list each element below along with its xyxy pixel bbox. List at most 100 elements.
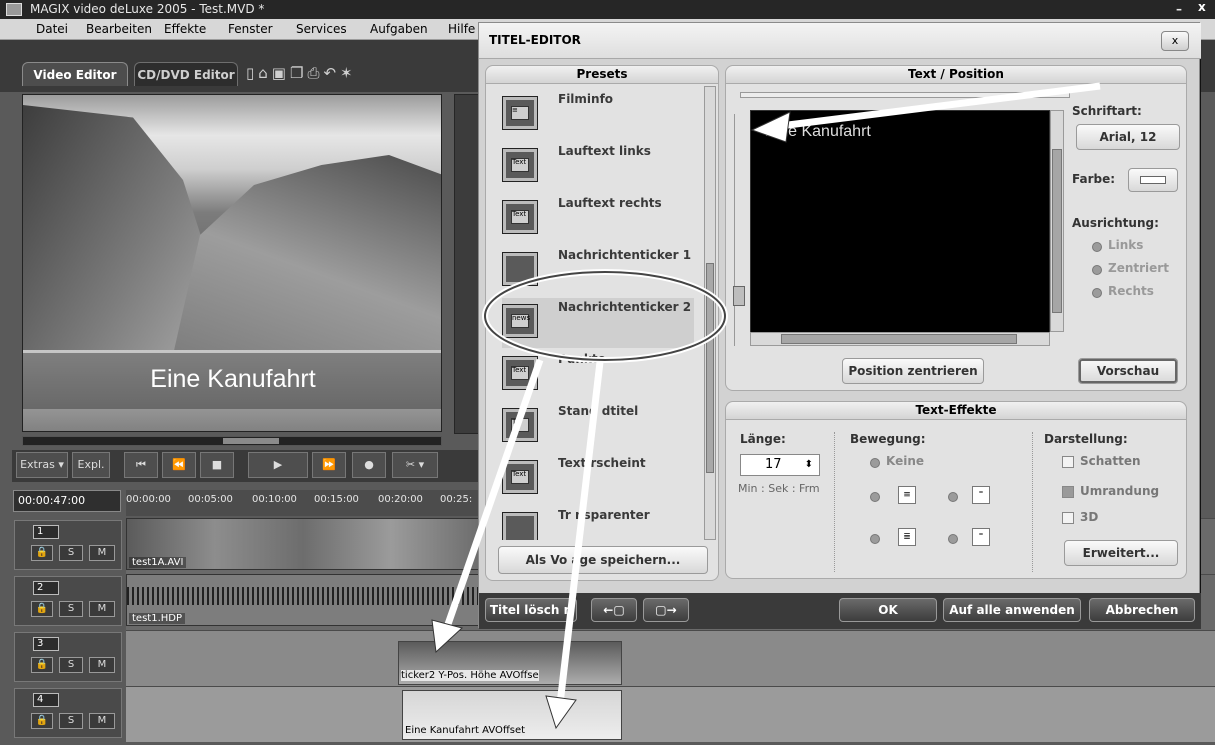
tab-video-editor[interactable]: Video Editor [22,62,128,86]
presets-scrollbar[interactable] [704,86,716,540]
radio-zentriert[interactable] [1092,265,1102,275]
preset-nachrichtenticker-2[interactable]: news Nachrichtenticker 2 [502,298,694,348]
rewind-icon[interactable]: ⏪ [162,452,196,478]
radio-links[interactable] [1092,242,1102,252]
menu-effekte[interactable]: Effekte [164,22,206,36]
video-clip[interactable]: test1A.AVI [126,518,480,570]
menu-aufgaben[interactable]: Aufgaben [370,22,428,36]
play-icon[interactable]: ▶ [248,452,308,478]
edit-vscroll[interactable] [1050,110,1064,332]
lock-icon[interactable]: 🔒 [31,713,53,729]
print-icon[interactable]: ⎙ [307,64,323,82]
edit-text[interactable]: Eine Kanufahrt [765,123,871,141]
preset-standtitel[interactable]: Te Stand dtitel [502,402,694,452]
close-window-button[interactable]: x [1198,0,1206,17]
skip-start-icon[interactable]: ⏮ [124,452,158,478]
save-icon[interactable]: ▣ [272,64,290,82]
menu-hilfe[interactable]: Hilfe [448,22,475,36]
mute-button[interactable]: M [89,545,115,561]
shadow-checkbox[interactable] [1062,456,1074,468]
mute-button[interactable]: M [89,657,115,673]
record-icon[interactable]: ● [352,452,386,478]
radio-move-3[interactable] [870,534,880,544]
solo-button[interactable]: S [59,601,83,617]
advanced-button[interactable]: Erweitert... [1064,540,1178,566]
preset-text-erscheint[interactable]: Text Text rscheint [502,454,694,504]
preset-label: Nachrichtenticker 2 [558,300,692,314]
align-center-icon[interactable]: ≡ [898,486,916,504]
lock-icon[interactable]: 🔒 [31,545,53,561]
align-bottom-right-icon[interactable]: ⁼ [972,528,990,546]
dialog-close-button[interactable]: x [1161,31,1189,51]
solo-button[interactable]: S [59,713,83,729]
ok-button[interactable]: OK [839,598,937,622]
preset-lauftext-links[interactable]: Text Lauftext links [502,142,694,192]
align-top-right-icon[interactable]: ⁼ [972,486,990,504]
track-lane-3[interactable] [126,630,1215,686]
time-ruler[interactable]: 00:00:00 00:05:00 00:10:00 00:15:00 00:2… [126,490,482,516]
font-button[interactable]: Arial, 12 [1076,124,1180,150]
undo-icon[interactable]: ↶ [323,64,340,82]
preview-scrollbar[interactable] [22,436,442,446]
expl-button[interactable]: Expl. [72,452,110,478]
radio-keine[interactable] [870,458,880,468]
new-icon[interactable]: ▯ [246,64,258,82]
tab-cd-dvd-editor[interactable]: CD/DVD Editor [134,62,238,86]
align-top-icon[interactable]: ≣ [898,528,916,546]
move-right-button[interactable]: ▢→ [643,598,689,622]
text-edit-area[interactable]: Eine Kanufahrt [750,110,1050,346]
edit-hscroll[interactable] [750,332,1050,346]
scroll-thumb[interactable] [223,438,279,444]
menu-fenster[interactable]: Fenster [228,22,273,36]
cut-icon[interactable]: ✂ ▾ [392,452,438,478]
copy-icon[interactable]: ❐ [290,64,307,82]
outline-checkbox[interactable] [1062,486,1074,498]
spinner-arrows-icon[interactable]: ⬍ [805,455,813,475]
cancel-button[interactable]: Abbrechen [1089,598,1195,622]
lock-icon[interactable]: 🔒 [31,601,53,617]
vertical-position-slider[interactable] [733,114,745,346]
delete-title-button[interactable]: Titel lösch n [485,598,577,622]
mute-button[interactable]: M [89,601,115,617]
fast-forward-icon[interactable]: ⏩ [312,452,346,478]
save-as-template-button[interactable]: Als Vo age speichern... [498,546,708,574]
radio-move-2[interactable] [948,492,958,502]
presets-scroll-thumb[interactable] [706,263,714,473]
solo-button[interactable]: S [59,545,83,561]
mute-button[interactable]: M [89,713,115,729]
timecode-display: 00:00:47:00 [13,490,121,512]
edit-vscroll-thumb[interactable] [1052,149,1062,313]
stop-icon[interactable]: ■ [200,452,234,478]
ticker-title-clip[interactable]: ticker2 Y-Pos. Höhe AVOffse [398,641,622,685]
text-title-clip[interactable]: Eine Kanufahrt AVOffset [402,690,622,740]
color-swatch-button[interactable] [1128,168,1178,192]
preset-transparenter[interactable]: Tr nsparenter [502,506,694,540]
apply-all-button[interactable]: Auf alle anwenden [943,598,1081,622]
wizard-icon[interactable]: ✶ [340,64,357,82]
preset-lauftext-rechts[interactable]: Text Lauftext rechts [502,194,694,244]
length-spinner[interactable]: 17 ⬍ [740,454,820,476]
open-icon[interactable]: ⌂ [258,64,272,82]
preset-nachrichtenticker-1[interactable]: Nachrichtenticker 1 [502,246,694,296]
minimize-button[interactable]: – [1176,0,1182,19]
menu-bearbeiten[interactable]: Bearbeiten [86,22,152,36]
audio-clip[interactable]: test1.HDP [126,574,481,626]
center-position-button[interactable]: Position zentrieren [842,358,984,384]
radio-rechts[interactable] [1092,288,1102,298]
move-left-button[interactable]: ←▢ [591,598,637,622]
track-header-2: 2 🔒 S M [14,576,122,626]
solo-button[interactable]: S [59,657,83,673]
preset-filminfo[interactable]: ≡ Filminfo [502,90,694,140]
3d-checkbox[interactable] [1062,512,1074,524]
slider-thumb[interactable] [733,286,745,306]
menu-services[interactable]: Services [296,22,347,36]
track-lane-4[interactable] [126,686,1215,742]
radio-move-4[interactable] [948,534,958,544]
extras-button[interactable]: Extras ▾ [16,452,68,478]
preview-button[interactable]: Vorschau [1078,358,1178,384]
radio-move-1[interactable] [870,492,880,502]
lock-icon[interactable]: 🔒 [31,657,53,673]
preset-punkte[interactable]: Text Punkte [502,350,694,400]
menu-datei[interactable]: Datei [36,22,68,36]
edit-hscroll-thumb[interactable] [781,334,1017,344]
